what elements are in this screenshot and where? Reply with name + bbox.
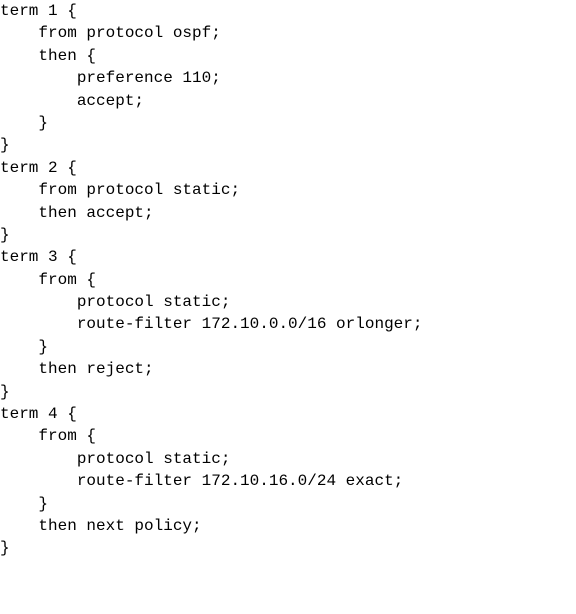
code-line: preference 110; bbox=[0, 69, 221, 87]
code-line: term 3 { bbox=[0, 248, 77, 266]
code-line: from protocol ospf; bbox=[0, 24, 221, 42]
code-line: } bbox=[0, 539, 10, 557]
code-line: } bbox=[0, 226, 10, 244]
code-line: protocol static; bbox=[0, 450, 230, 468]
code-line: then reject; bbox=[0, 360, 154, 378]
code-line: route-filter 172.10.0.0/16 orlonger; bbox=[0, 315, 422, 333]
code-line: } bbox=[0, 383, 10, 401]
code-line: from protocol static; bbox=[0, 181, 240, 199]
code-line: from { bbox=[0, 427, 96, 445]
code-line: protocol static; bbox=[0, 293, 230, 311]
code-line: } bbox=[0, 338, 48, 356]
code-line: } bbox=[0, 136, 10, 154]
code-line: } bbox=[0, 495, 48, 513]
code-line: term 2 { bbox=[0, 159, 77, 177]
code-line: from { bbox=[0, 271, 96, 289]
code-line: term 1 { bbox=[0, 2, 77, 20]
code-line: term 4 { bbox=[0, 405, 77, 423]
code-line: then { bbox=[0, 47, 96, 65]
code-block: term 1 { from protocol ospf; then { pref… bbox=[0, 0, 576, 560]
code-line: then accept; bbox=[0, 204, 154, 222]
code-line: route-filter 172.10.16.0/24 exact; bbox=[0, 472, 403, 490]
code-line: accept; bbox=[0, 92, 144, 110]
code-line: then next policy; bbox=[0, 517, 202, 535]
code-line: } bbox=[0, 114, 48, 132]
